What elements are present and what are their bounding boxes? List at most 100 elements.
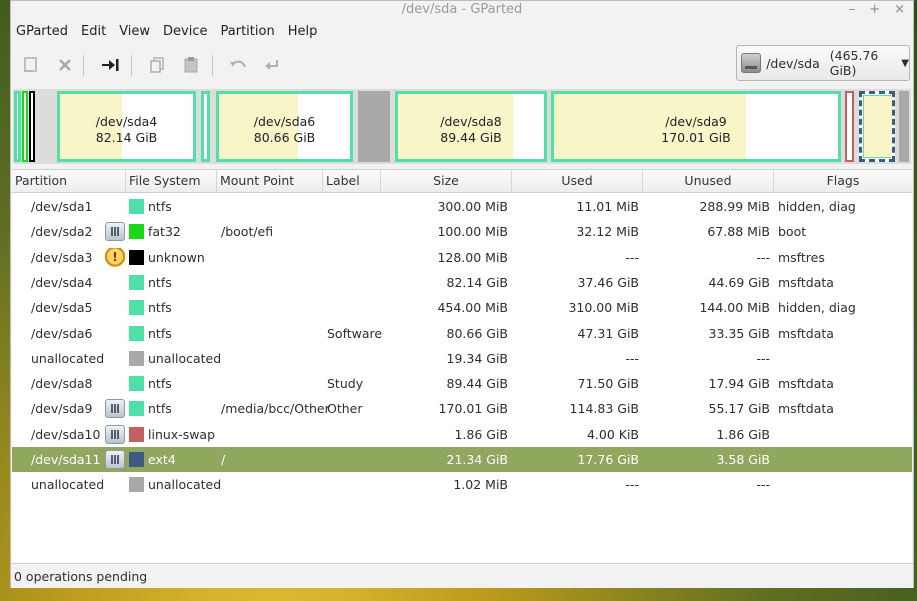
minimize-icon[interactable]: –	[849, 1, 856, 18]
delete-icon[interactable]	[52, 53, 78, 77]
graph-segment-sda8[interactable]: /dev/sda8 89.44 GiB	[395, 91, 547, 162]
graph-segment-sda11[interactable]	[859, 91, 895, 162]
menu-gparted[interactable]: GParted	[11, 21, 76, 43]
mounted-lock-icon	[105, 450, 125, 469]
graph-segment-sda9[interactable]: /dev/sda9 170.01 GiB	[551, 91, 841, 162]
cell-partition: unallocated	[31, 477, 105, 493]
cell-filesystem: unallocated	[148, 350, 222, 366]
graph-segment-unallocated-end[interactable]	[899, 91, 909, 162]
cell-partition: /dev/sda3	[31, 249, 93, 265]
cell-mountpoint: /	[221, 452, 226, 467]
table-row[interactable]: /dev/sda9 ntfs/media/bcc/Other Other 170.01…	[12, 396, 912, 421]
resize-move-icon[interactable]	[97, 53, 123, 77]
cell-unused: ---	[756, 477, 770, 493]
table-row[interactable]: unallocated unallocated 1.02 MiB --- ---	[12, 472, 912, 497]
column-label[interactable]: Label	[323, 170, 381, 192]
column-flags[interactable]: Flags	[774, 170, 912, 192]
table-row[interactable]: /dev/sda6 ntfs Software 80.66 GiB 47.31 GiB 3…	[12, 321, 912, 346]
graph-segment-sda3[interactable]	[29, 91, 35, 162]
menu-help[interactable]: Help	[283, 21, 326, 43]
cell-partition: unallocated	[31, 350, 105, 366]
column-partition[interactable]: Partition	[12, 170, 126, 192]
cell-unused: 1.86 GiB	[716, 426, 770, 442]
close-icon[interactable]: ×	[894, 1, 905, 18]
new-partition-icon[interactable]	[18, 53, 44, 77]
segment-name: /dev/sda9	[665, 114, 727, 129]
undo-icon[interactable]	[225, 53, 251, 77]
menu-view[interactable]: View	[114, 21, 158, 43]
table-row[interactable]: /dev/sda2 fat32/boot/efi 100.00 MiB 32.12 M…	[12, 219, 912, 244]
column-filesystem[interactable]: File System	[126, 170, 217, 192]
graph-segment-sda4[interactable]: /dev/sda4 82.14 GiB	[57, 91, 196, 162]
maximize-icon[interactable]: +	[869, 1, 880, 18]
table-row[interactable]: /dev/sda1 ntfs 300.00 MiB 11.01 MiB 288.99 M…	[12, 194, 912, 219]
graph-segment-sda1[interactable]	[14, 91, 21, 162]
menu-edit[interactable]: Edit	[76, 21, 114, 43]
cell-unused: ---	[756, 249, 770, 265]
cell-used: ---	[625, 350, 639, 366]
menu-device[interactable]: Device	[158, 21, 215, 43]
cell-unused: 288.99 MiB	[699, 199, 770, 214]
cell-flags: boot	[778, 224, 807, 240]
device-selector[interactable]: /dev/sda (465.76 GiB) ▼	[736, 45, 910, 81]
paste-icon[interactable]	[178, 53, 204, 77]
cell-unused: 3.58 GiB	[716, 452, 770, 467]
cell-flags: msftdata	[778, 274, 834, 290]
cell-size: 300.00 MiB	[437, 199, 508, 214]
graph-segment-sda5[interactable]	[201, 91, 210, 162]
cell-size: 1.02 MiB	[453, 477, 508, 493]
apply-icon[interactable]	[259, 53, 285, 77]
cell-partition: /dev/sda4	[31, 274, 93, 290]
filesystem-color-swatch	[129, 350, 144, 366]
cell-unused: 33.35 GiB	[708, 325, 771, 341]
graph-segment-sda6[interactable]: /dev/sda6 80.66 GiB	[216, 91, 353, 162]
status-bar: 0 operations pending	[11, 563, 913, 588]
cell-filesystem: linux-swap	[148, 426, 216, 442]
cell-partition: /dev/sda2	[31, 224, 93, 240]
table-row[interactable]: /dev/sda5 ntfs 454.00 MiB 310.00 MiB 144.00 …	[12, 295, 912, 320]
hard-disk-icon	[741, 53, 762, 73]
cell-filesystem: ntfs	[148, 300, 172, 316]
column-used[interactable]: Used	[512, 170, 643, 192]
cell-size: 128.00 MiB	[437, 249, 508, 265]
table-row[interactable]: unallocated unallocated 19.34 GiB --- ---	[12, 346, 912, 371]
table-row[interactable]: /dev/sda8 ntfs Study 89.44 GiB 71.50 GiB 17.9…	[12, 371, 912, 396]
column-unused[interactable]: Unused	[643, 170, 774, 192]
table-row[interactable]: /dev/sda11 ext4 / 21.34 GiB 17.76 GiB 3.58 Gi…	[12, 447, 912, 472]
graph-segment-sda2[interactable]	[22, 91, 28, 162]
cell-size: 170.01 GiB	[438, 401, 508, 417]
cell-filesystem: ntfs	[148, 274, 172, 290]
table-row[interactable]: /dev/sda4 ntfs 82.14 GiB 37.46 GiB 44.69 GiB…	[12, 270, 912, 295]
table-header: Partition File System Mount Point Label …	[12, 170, 912, 193]
table-row[interactable]: /dev/sda10 linux-swap 1.86 GiB 4.00 KiB 1.86…	[12, 422, 912, 447]
cell-filesystem: unallocated	[148, 477, 222, 493]
partition-table: Partition File System Mount Point Label …	[12, 169, 912, 564]
device-size: (465.76 GiB)	[829, 48, 879, 78]
cell-filesystem: ntfs	[148, 325, 172, 341]
cell-used: 17.76 GiB	[577, 452, 640, 467]
cell-flags: msftdata	[778, 401, 834, 417]
table-row[interactable]: /dev/sda3! unknown 128.00 MiB --- --- msftres	[12, 245, 912, 270]
menubar: GParted Edit View Device Partition Help	[11, 21, 325, 43]
graph-segment-unallocated[interactable]	[358, 91, 390, 162]
cell-unused: 67.88 MiB	[707, 224, 770, 240]
segment-size: 89.44 GiB	[440, 130, 502, 145]
column-size[interactable]: Size	[381, 170, 512, 192]
cell-label: Other	[327, 401, 363, 417]
cell-used: 4.00 KiB	[586, 426, 639, 442]
cell-size: 80.66 GiB	[446, 325, 509, 341]
menu-partition[interactable]: Partition	[216, 21, 283, 43]
graph-segment-sda10[interactable]	[845, 91, 854, 162]
copy-icon[interactable]	[144, 53, 170, 77]
cell-unused: 44.69 GiB	[708, 274, 771, 290]
cell-filesystem: fat32	[148, 224, 181, 240]
segment-name: /dev/sda6	[253, 114, 316, 129]
filesystem-color-swatch	[129, 477, 144, 493]
cell-used: ---	[625, 249, 639, 265]
column-mountpoint[interactable]: Mount Point	[217, 170, 323, 192]
dropdown-arrow-icon: ▼	[901, 57, 909, 69]
filesystem-color-swatch	[129, 452, 144, 467]
cell-flags: hidden, diag	[778, 300, 856, 316]
filesystem-color-swatch	[129, 401, 144, 417]
cell-partition: /dev/sda6	[31, 325, 93, 341]
